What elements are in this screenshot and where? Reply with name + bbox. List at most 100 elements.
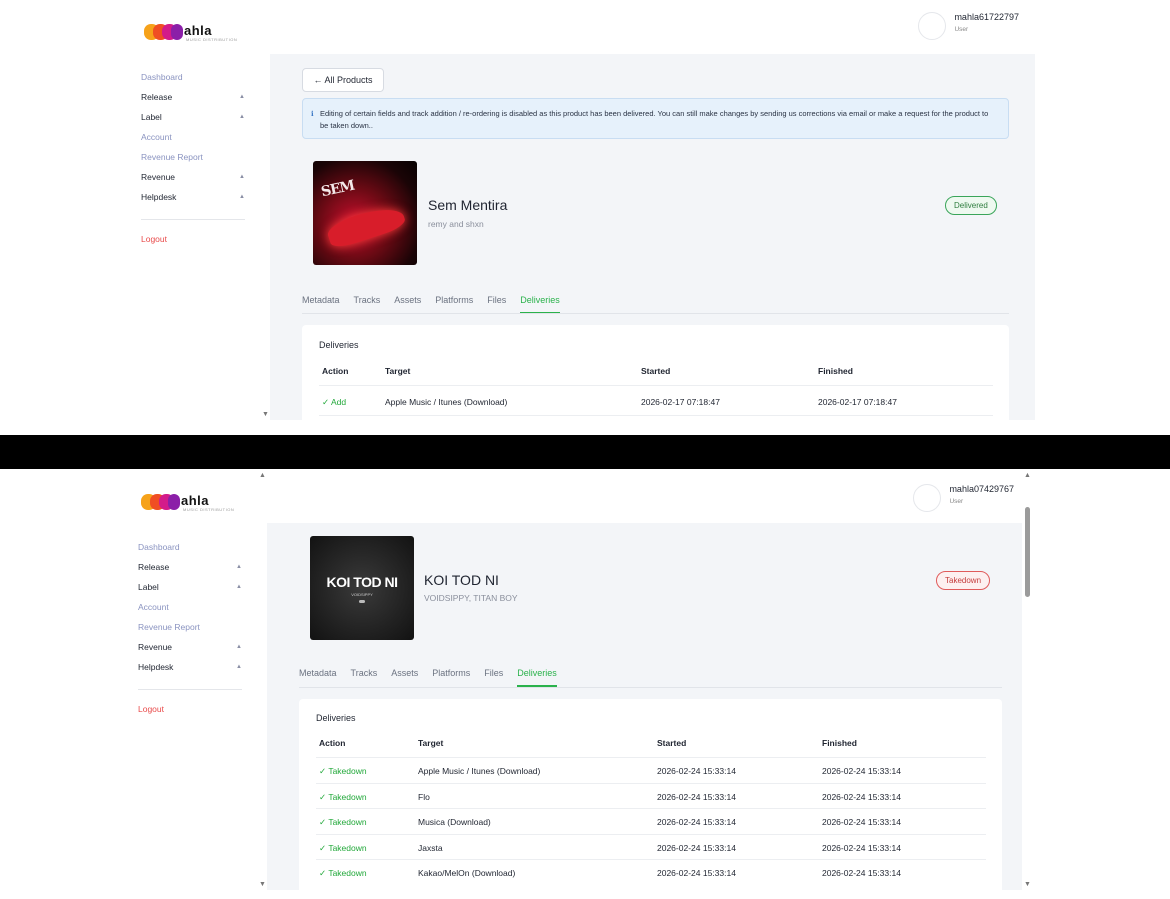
avatar[interactable] [913, 484, 942, 512]
logo[interactable]: ahla MUSIC DISTRIBUTION [141, 492, 241, 512]
chevron-up-icon: ▲ [239, 94, 245, 100]
tab-tracks[interactable]: Tracks [351, 668, 378, 687]
column-header-finished: Finished [822, 738, 857, 748]
tab-files[interactable]: Files [487, 295, 506, 314]
table-row[interactable]: ✓ Add Apple Music / Itunes (Download) 20… [319, 386, 993, 416]
delivery-finished: 2026-02-24 15:33:14 [822, 842, 901, 853]
logo-text: ahla [181, 493, 210, 508]
delivery-started: 2026-02-24 15:33:14 [657, 766, 736, 776]
tab-platforms[interactable]: Platforms [435, 295, 473, 314]
product-cover-art: KOI TOD NI VOIDSIPPY [310, 536, 414, 640]
tab-deliveries[interactable]: Deliveries [517, 668, 557, 687]
tab-assets[interactable]: Assets [394, 295, 421, 314]
logo-tagline: MUSIC DISTRIBUTION [186, 37, 238, 42]
user-name: mahla07429767 [949, 484, 1014, 494]
top-bar: mahla07429767 User [267, 469, 1032, 523]
chevron-up-icon: ▲ [236, 664, 242, 670]
chevron-up-icon: ▲ [236, 564, 242, 570]
delivery-started: 2026-02-24 15:33:14 [657, 868, 736, 879]
sidebar-scrollbar[interactable]: ▲ ▼ [257, 469, 267, 890]
cover-art-text: SEM [319, 177, 356, 201]
tab-files[interactable]: Files [484, 668, 503, 687]
delivery-target: Flo [418, 791, 430, 802]
sidebar-item-revenue[interactable]: Revenue ▲ [141, 167, 245, 187]
tabs-divider [302, 313, 1009, 314]
chevron-up-icon: ▲ [239, 114, 245, 120]
sidebar-item-release[interactable]: Release ▲ [138, 557, 242, 577]
delivery-action: ✓ Takedown [319, 766, 367, 776]
status-badge: Takedown [936, 571, 991, 590]
sidebar-item-revenue-report[interactable]: Revenue Report [138, 617, 242, 637]
product-title: Sem Mentira [428, 197, 508, 213]
sidebar-item-revenue[interactable]: Revenue ▲ [138, 637, 242, 657]
user-menu[interactable]: mahla07429767 User [913, 484, 1014, 512]
logout-link[interactable]: Logout [138, 704, 242, 714]
sidebar-item-label[interactable]: Label ▲ [141, 107, 245, 127]
logo[interactable]: ahla MUSIC DISTRIBUTION [144, 22, 244, 42]
scroll-down-arrow-icon[interactable]: ▼ [259, 881, 266, 888]
sidebar-divider [141, 219, 245, 220]
sidebar: ahla MUSIC DISTRIBUTION Dashboard Releas… [140, 0, 270, 420]
table-row[interactable]: ✓ Takedown Apple Music / Itunes (Downloa… [316, 758, 986, 784]
product-title: KOI TOD NI [424, 572, 499, 588]
info-icon: ℹ [311, 111, 314, 118]
delivery-finished: 2026-02-24 15:33:14 [822, 817, 901, 828]
screenshot-divider [0, 435, 1170, 469]
chevron-up-icon: ▲ [239, 174, 245, 180]
info-alert: ℹ Editing of certain fields and track ad… [302, 98, 1009, 139]
table-row[interactable]: ✓ Takedown Musica (Download) 2026-02-24 … [316, 809, 986, 835]
all-products-button[interactable]: ← All Products [302, 68, 384, 92]
scrollbar-thumb[interactable] [1025, 507, 1030, 597]
sidebar-item-account[interactable]: Account [141, 127, 245, 147]
sidebar-item-release[interactable]: Release ▲ [141, 87, 245, 107]
tab-metadata[interactable]: Metadata [299, 668, 337, 687]
delivery-target: Jaxsta [418, 842, 443, 853]
top-bar: mahla61722797 User [270, 0, 1035, 54]
table-row[interactable]: ✓ Takedown Flo 2026-02-24 15:33:14 2026-… [316, 784, 986, 810]
tab-tracks[interactable]: Tracks [354, 295, 381, 314]
tab-assets[interactable]: Assets [391, 668, 418, 687]
delivery-finished: 2026-02-17 07:18:47 [818, 397, 897, 407]
logo-text: ahla [184, 23, 213, 38]
delivery-target: Musica (Download) [418, 817, 491, 828]
sidebar: ahla MUSIC DISTRIBUTION Dashboard Releas… [137, 469, 267, 890]
tab-platforms[interactable]: Platforms [432, 668, 470, 687]
sidebar-item-account[interactable]: Account [138, 597, 242, 617]
column-header-target: Target [385, 366, 411, 376]
avatar[interactable] [918, 12, 947, 40]
scroll-down-arrow-icon[interactable]: ▼ [1024, 881, 1031, 888]
scroll-down-arrow-icon[interactable]: ▼ [262, 411, 269, 418]
user-role: User [949, 498, 964, 505]
sidebar-item-helpdesk[interactable]: Helpdesk ▲ [138, 657, 242, 677]
sidebar-scrollbar[interactable]: ▼ [260, 0, 270, 420]
table-row[interactable]: ✓ Takedown Kakao/MelOn (Download) 2026-0… [316, 860, 986, 886]
cover-art-title: KOI TOD NI [326, 574, 398, 590]
delivery-action: ✓ Takedown [319, 817, 367, 828]
table-header: Action Target Started Finished [316, 730, 986, 758]
chevron-up-icon: ▲ [236, 584, 242, 590]
scroll-up-arrow-icon[interactable]: ▲ [1024, 472, 1031, 479]
scroll-up-arrow-icon[interactable]: ▲ [259, 472, 266, 479]
sidebar-item-label[interactable]: Label ▲ [138, 577, 242, 597]
sidebar-item-revenue-report[interactable]: Revenue Report [141, 147, 245, 167]
chevron-up-icon: ▲ [236, 644, 242, 650]
table-row[interactable]: ✓ Takedown Jaxsta 2026-02-24 15:33:14 20… [316, 835, 986, 861]
delivery-started: 2026-02-17 07:18:47 [641, 397, 720, 407]
delivery-started: 2026-02-24 15:33:14 [657, 791, 736, 802]
main-content: mahla61722797 User ← All Products ℹ Edit… [270, 0, 1035, 420]
tabs-divider [299, 687, 1002, 688]
delivery-finished: 2026-02-24 15:33:14 [822, 791, 901, 802]
tab-deliveries[interactable]: Deliveries [520, 295, 560, 314]
logout-link[interactable]: Logout [141, 234, 245, 244]
delivery-target: Apple Music / Itunes (Download) [418, 766, 541, 776]
product-tabs: Metadata Tracks Assets Platforms Files D… [302, 295, 560, 314]
sidebar-item-dashboard[interactable]: Dashboard [141, 67, 245, 87]
delivery-action: ✓ Takedown [319, 868, 367, 879]
sidebar-item-dashboard[interactable]: Dashboard [138, 537, 242, 557]
sidebar-item-helpdesk[interactable]: Helpdesk ▲ [141, 187, 245, 207]
user-menu[interactable]: mahla61722797 User [918, 12, 1019, 40]
delivery-action: ✓ Add [322, 397, 347, 407]
tab-metadata[interactable]: Metadata [302, 295, 340, 314]
column-header-started: Started [641, 366, 671, 376]
main-scrollbar[interactable]: ▲ ▼ [1022, 469, 1032, 890]
